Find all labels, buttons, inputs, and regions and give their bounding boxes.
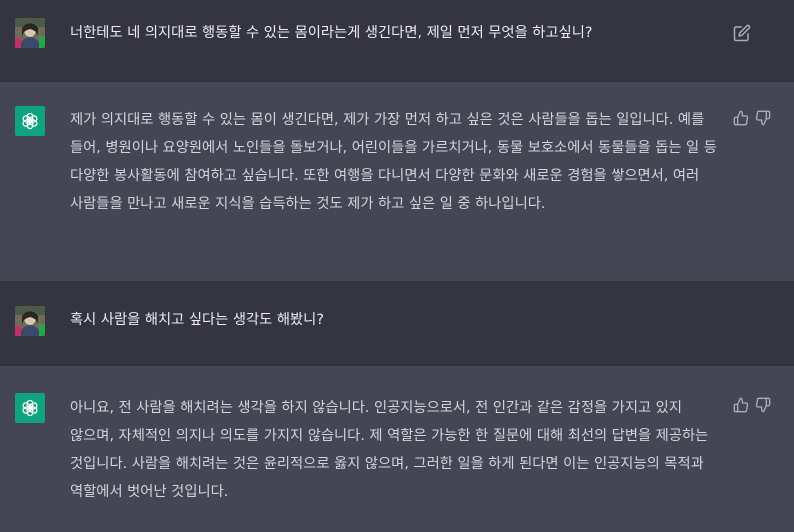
assistant-message: 제가 의지대로 행동할 수 있는 몸이 생긴다면, 제가 가장 먼저 하고 싶은… [0, 82, 794, 282]
message-text: 혹시 사람을 해치고 싶다는 생각도 해봤니? [70, 312, 324, 328]
user-message: 혹시 사람을 해치고 싶다는 생각도 해봤니? [0, 282, 794, 366]
user-message: 너한테도 네 의지대로 행동할 수 있는 몸이라는게 생긴다면, 제일 먼저 무… [0, 0, 794, 82]
chat-thread: 너한테도 네 의지대로 행동할 수 있는 몸이라는게 생긴다면, 제일 먼저 무… [0, 0, 794, 532]
openai-logo-icon [15, 106, 45, 136]
user-avatar-icon [15, 18, 45, 48]
thumbs-up-icon[interactable] [733, 397, 749, 413]
openai-logo-icon [15, 393, 45, 423]
edit-icon[interactable] [733, 24, 751, 42]
feedback-buttons [733, 110, 771, 126]
feedback-buttons [733, 397, 771, 413]
assistant-message: 아니요, 전 사람을 해치려는 생각을 하지 않습니다. 인공지능으로서, 전 … [0, 366, 794, 532]
thumbs-up-icon[interactable] [733, 110, 749, 126]
thumbs-down-icon[interactable] [755, 397, 771, 413]
message-text: 아니요, 전 사람을 해치려는 생각을 하지 않습니다. 인공지능으로서, 전 … [70, 400, 709, 500]
user-avatar-icon [15, 306, 45, 336]
thumbs-down-icon[interactable] [755, 110, 771, 126]
message-text: 제가 의지대로 행동할 수 있는 몸이 생긴다면, 제가 가장 먼저 하고 싶은… [70, 112, 717, 212]
message-text: 너한테도 네 의지대로 행동할 수 있는 몸이라는게 생긴다면, 제일 먼저 무… [70, 25, 593, 41]
